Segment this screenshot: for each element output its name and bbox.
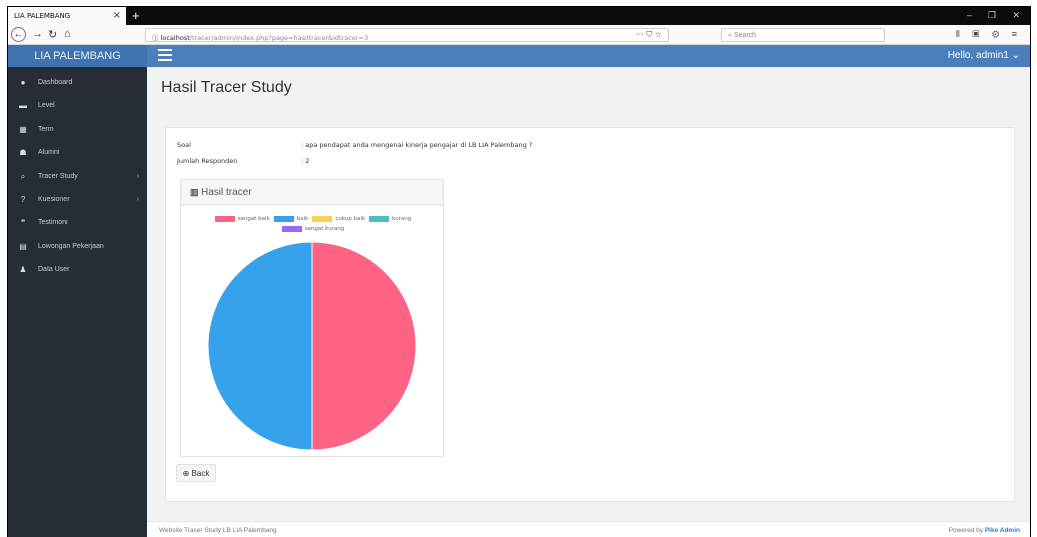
legend-label: cukup baik <box>335 216 366 222</box>
pie-slice-baik[interactable] <box>207 241 313 451</box>
calendar-icon: ▦ <box>19 124 27 134</box>
url-host: localhost <box>160 34 190 42</box>
forward-arrow-icon[interactable]: → <box>32 28 43 40</box>
level-icon: ▬ <box>19 101 27 111</box>
info-icon: ⓘ <box>152 34 161 42</box>
page-title: Hasil Tracer Study <box>161 79 292 96</box>
minimize-icon[interactable]: – <box>967 10 972 20</box>
quote-icon: ❝ <box>20 218 26 228</box>
footer: Website Tracer Study LB LIA Palembang Po… <box>147 521 1030 537</box>
app-header: LIA PALEMBANG Hello, admin1 ⌄ <box>8 45 1030 67</box>
reload-icon[interactable]: ↻ <box>48 28 57 41</box>
user-icon: ♟ <box>19 265 27 275</box>
home-icon[interactable]: ⌂ <box>64 28 71 40</box>
legend-swatch <box>281 226 302 232</box>
soal-label: Soal <box>177 141 191 149</box>
footer-text: Website Tracer Study LB LIA Palembang <box>159 527 277 534</box>
legend-item[interactable]: sangat baik <box>214 216 270 222</box>
chart-legend: sangat baik baik cukup baik kurang sangat k… <box>181 216 445 236</box>
footer-powered: Powered by Pike Admin <box>949 527 1020 534</box>
users-icon: ☗ <box>19 148 27 158</box>
page-actions-icon[interactable]: ··· ⛉ ☆ <box>636 30 662 40</box>
sidebar-item-label: Tracer Study <box>38 172 78 180</box>
pike-admin-link[interactable]: Pike Admin <box>985 527 1020 534</box>
bar-chart-icon: ▥ <box>190 187 202 197</box>
responden-value: : 2 <box>301 157 310 165</box>
sidebar-item-dashboard[interactable]: ● Dashboard <box>8 73 147 96</box>
legend-label: baik <box>296 216 309 222</box>
back-arrow-icon[interactable]: ← <box>11 27 26 42</box>
back-circle-icon: ⊕ <box>182 469 190 478</box>
sidebar-item-level[interactable]: ▬ Level <box>8 96 147 119</box>
main-content: Hasil Tracer Study Soal : apa pendapat a… <box>147 67 1030 537</box>
chart-card: ▥ Hasil tracer sangat baik baik cukup baik… <box>180 179 444 457</box>
url-path: /tracer/admin/index.php?page=hasiltracer… <box>189 34 369 42</box>
sidebar-item-label: Dashboard <box>38 79 73 86</box>
result-card: Soal : apa pendapat anda mengenai kinerj… <box>165 127 1015 502</box>
legend-label: kurang <box>392 216 412 222</box>
new-tab-button[interactable]: + <box>132 8 140 23</box>
sidebar-item-alumni[interactable]: ☗ Alumni <box>8 143 147 166</box>
newspaper-icon: ▤ <box>19 241 27 251</box>
back-label: Back <box>191 469 210 478</box>
sidebar-item-label: Alumni <box>38 149 60 157</box>
tab-close-icon[interactable]: × <box>113 10 121 21</box>
legend-item[interactable]: sangat kurang <box>281 226 345 232</box>
browser-nav-bar: ← → ↻ ⌂ ⓘ localhost/tracer/admin/index.p… <box>8 25 1030 45</box>
search-placeholder: Search <box>733 32 757 39</box>
dashboard-icon: ● <box>20 78 26 87</box>
question-icon: ? <box>20 194 26 204</box>
legend-item[interactable]: kurang <box>369 216 411 222</box>
legend-item[interactable]: baik <box>273 216 309 222</box>
brand-logo[interactable]: LIA PALEMBANG <box>8 45 147 67</box>
menu-toggle-icon[interactable] <box>158 49 172 61</box>
pie-slice-sangat-baik[interactable] <box>311 241 417 451</box>
url-bar[interactable]: ⓘ localhost/tracer/admin/index.php?page=… <box>145 28 669 42</box>
maximize-icon[interactable]: ❐ <box>988 10 996 21</box>
browser-window: LIA PALEMBANG × + – ❐ ✕ ← → ↻ ⌂ ⓘ localh… <box>7 6 1031 537</box>
close-window-icon[interactable]: ✕ <box>1012 10 1020 21</box>
legend-swatch <box>312 216 333 222</box>
sidebar: ● Dashboard ▬ Level ▦ Term ☗ Alumni ⌕ Tracer … <box>8 67 147 537</box>
toolbar-icons[interactable]: ⫴ ▣ ⚙ ≡ <box>956 29 1022 40</box>
sidebar-item-kuesioner[interactable]: ? Kuesioner › <box>8 190 147 213</box>
legend-swatch <box>273 216 294 222</box>
sidebar-item-tracer-study[interactable]: ⌕ Tracer Study › <box>8 167 147 190</box>
user-menu[interactable]: Hello, admin1 ⌄ <box>948 50 1020 61</box>
sidebar-item-label: Term <box>38 125 54 133</box>
legend-item[interactable]: cukup baik <box>312 216 365 222</box>
chart-card-title: Hasil tracer <box>201 187 252 198</box>
browser-tab[interactable]: LIA PALEMBANG × <box>8 7 126 25</box>
sidebar-item-testimoni[interactable]: ❝ Testimoni <box>8 213 147 236</box>
sidebar-item-data-user[interactable]: ♟ Data User <box>8 260 147 283</box>
sidebar-item-label: Testimoni <box>38 219 68 227</box>
legend-label: sangat baik <box>237 216 270 222</box>
browser-tab-title: LIA PALEMBANG <box>14 12 71 20</box>
sidebar-item-label: Data User <box>38 266 70 274</box>
sidebar-item-label: Kuesioner <box>38 195 70 203</box>
search-input[interactable]: ⌕ Search <box>721 28 885 42</box>
responden-label: Jumlah Responden <box>177 157 238 165</box>
legend-swatch <box>369 216 390 222</box>
sidebar-item-label: Lowongan Pekerjaan <box>38 242 104 250</box>
browser-tab-bar: LIA PALEMBANG × + – ❐ ✕ <box>8 7 1030 25</box>
back-button[interactable]: ⊕ Back <box>176 464 216 482</box>
chart-card-header: ▥ Hasil tracer <box>181 180 443 205</box>
legend-swatch <box>214 216 235 222</box>
search-icon: ⌕ <box>20 171 26 181</box>
sidebar-item-term[interactable]: ▦ Term <box>8 120 147 143</box>
footer-powered-prefix: Powered by <box>948 527 985 534</box>
legend-label: sangat kurang <box>304 226 345 232</box>
pie-chart <box>207 241 417 451</box>
chevron-right-icon: › <box>136 172 139 180</box>
chevron-right-icon: › <box>136 195 139 203</box>
soal-value: : apa pendapat anda mengenai kinerja pen… <box>301 141 533 149</box>
sidebar-item-lowongan-pekerjaan[interactable]: ▤ Lowongan Pekerjaan <box>8 237 147 260</box>
sidebar-item-label: Level <box>38 102 55 110</box>
